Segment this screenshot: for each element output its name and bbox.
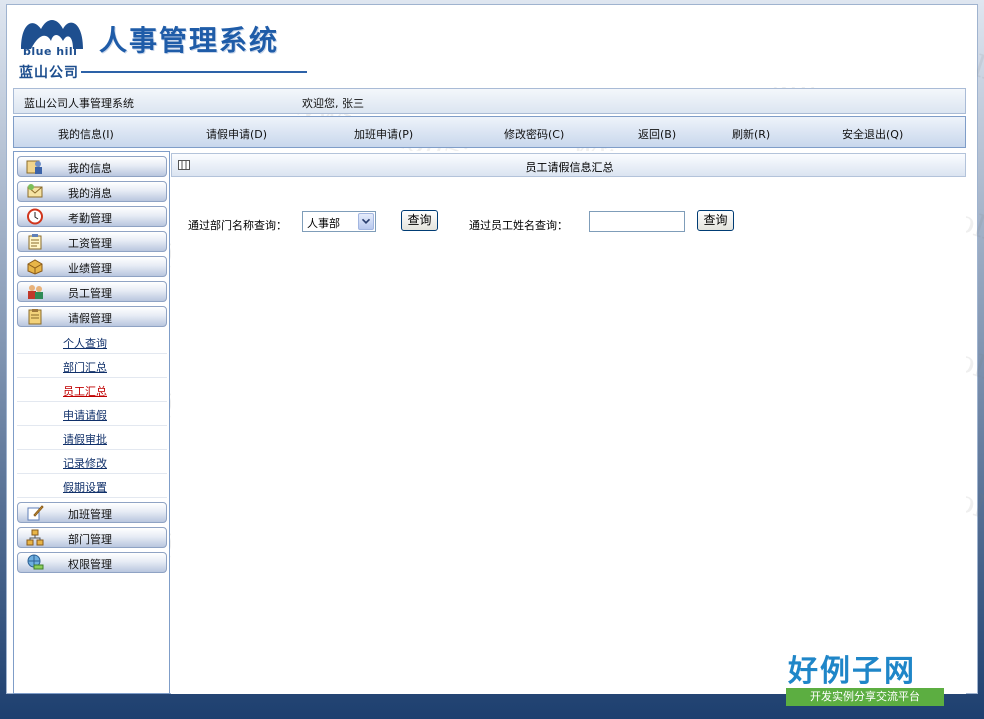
people-icon xyxy=(28,285,43,299)
sidebar-item-label: 部门管理 xyxy=(68,533,112,546)
sidebar-item-label: 业绩管理 xyxy=(68,262,112,275)
person-info-icon xyxy=(26,160,42,174)
page: www.haolizi.com www.haolizi.com www.haol… xyxy=(6,0,984,699)
submenu-apply-leave[interactable]: 申请请假 xyxy=(63,407,107,423)
system-title: 人事管理系统 xyxy=(99,24,280,57)
nav-change-password[interactable]: 修改密码(C) xyxy=(504,126,564,142)
dept-query-label: 通过部门名称查询： xyxy=(188,219,287,232)
sidebar-item-employees[interactable]: 员工管理 xyxy=(17,281,167,302)
brand-logo: 好例子网 开发实例分享交流平台 xyxy=(786,646,946,710)
company-system-label: 蓝山公司人事管理系统 xyxy=(24,97,134,110)
status-bar: 蓝山公司人事管理系统 欢迎您, 张三 xyxy=(13,88,966,114)
submenu-holiday-settings[interactable]: 假期设置 xyxy=(63,479,107,495)
box-icon xyxy=(27,259,43,275)
sidebar-item-label: 我的信息 xyxy=(68,162,112,175)
sidebar-item-permissions[interactable]: 权限管理 xyxy=(17,552,167,573)
message-icon xyxy=(27,184,43,198)
top-nav: 我的信息(I) 请假申请(D) 加班申请(P) 修改密码(C) 返回(B) 刷新… xyxy=(13,116,966,148)
sidebar-item-label: 工资管理 xyxy=(68,237,112,250)
employee-name-input[interactable] xyxy=(589,211,685,232)
sidebar-item-label: 加班管理 xyxy=(68,508,112,521)
org-icon xyxy=(26,529,44,546)
sidebar-item-label: 考勤管理 xyxy=(68,212,112,225)
clock-icon xyxy=(27,208,43,225)
leave-submenu-item: 申请请假 xyxy=(17,402,167,426)
logo-english-text: blue hill xyxy=(23,45,78,58)
department-selected-value: 人事部 xyxy=(307,217,340,230)
nav-back[interactable]: 返回(B) xyxy=(638,126,676,142)
nav-logout[interactable]: 安全退出(Q) xyxy=(842,126,903,142)
notepad-icon xyxy=(28,234,42,250)
pencil-paper-icon xyxy=(27,505,44,521)
submenu-personal-query[interactable]: 个人查询 xyxy=(63,335,107,351)
header: blue hill 蓝山公司 人事管理系统 xyxy=(7,5,977,87)
leave-submenu-item: 记录修改 xyxy=(17,450,167,474)
leave-submenu-item: 假期设置 xyxy=(17,474,167,498)
nav-my-info[interactable]: 我的信息(I) xyxy=(58,126,114,142)
name-query-button[interactable]: 查询 xyxy=(697,210,734,231)
dropdown-arrow-button[interactable] xyxy=(358,213,374,230)
sidebar-item-label: 请假管理 xyxy=(68,312,112,325)
sidebar-item-leave[interactable]: 请假管理 xyxy=(17,306,167,327)
chevron-down-icon xyxy=(361,218,371,225)
nav-refresh[interactable]: 刷新(R) xyxy=(732,126,770,142)
sidebar-item-label: 权限管理 xyxy=(68,558,112,571)
leave-submenu-item: 个人查询 xyxy=(17,330,167,354)
leave-submenu-item: 部门汇总 xyxy=(17,354,167,378)
submenu-record-edit[interactable]: 记录修改 xyxy=(63,455,107,471)
sidebar-item-label: 我的消息 xyxy=(68,187,112,200)
sidebar-item-salary[interactable]: 工资管理 xyxy=(17,231,167,252)
leave-submenu-item: 员工汇总 xyxy=(17,378,167,402)
sidebar-item-departments[interactable]: 部门管理 xyxy=(17,527,167,548)
globe-key-icon xyxy=(27,554,44,570)
submenu-employee-summary[interactable]: 员工汇总 xyxy=(63,383,107,399)
nav-leave-apply[interactable]: 请假申请(D) xyxy=(206,126,267,142)
sidebar-item-label: 员工管理 xyxy=(68,287,112,300)
main-content: 员工请假信息汇总 通过部门名称查询： 人事部 查询 通过员工姓名查询： 查询 xyxy=(171,151,966,694)
sidebar-item-my-info[interactable]: 我的信息 xyxy=(17,156,167,177)
sidebar-item-my-messages[interactable]: 我的消息 xyxy=(17,181,167,202)
brand-slogan: 开发实例分享交流平台 xyxy=(786,688,944,706)
sidebar: 我的信息 我的消息 考勤管理 工资管理 业绩管理 员工管理 请假管理 个人查询 xyxy=(13,151,170,694)
dept-query-button[interactable]: 查询 xyxy=(401,210,438,231)
sidebar-item-attendance[interactable]: 考勤管理 xyxy=(17,206,167,227)
page-title: 员工请假信息汇总 xyxy=(525,161,614,174)
title-underline xyxy=(81,71,307,73)
leave-submenu-item: 请假审批 xyxy=(17,426,167,450)
sidebar-item-performance[interactable]: 业绩管理 xyxy=(17,256,167,277)
sidebar-item-overtime[interactable]: 加班管理 xyxy=(17,502,167,523)
main-header: 员工请假信息汇总 xyxy=(171,153,966,177)
welcome-text: 欢迎您, 张三 xyxy=(302,97,364,110)
nav-overtime-apply[interactable]: 加班申请(P) xyxy=(354,126,413,142)
name-query-label: 通过员工姓名查询： xyxy=(469,219,568,232)
clipboard-icon xyxy=(28,309,42,325)
brand-name: 好例子网 xyxy=(788,654,916,689)
logo-chinese-text: 蓝山公司 xyxy=(19,65,79,81)
submenu-department-summary[interactable]: 部门汇总 xyxy=(63,359,107,375)
submenu-leave-approval[interactable]: 请假审批 xyxy=(63,431,107,447)
department-select[interactable]: 人事部 xyxy=(302,211,376,232)
